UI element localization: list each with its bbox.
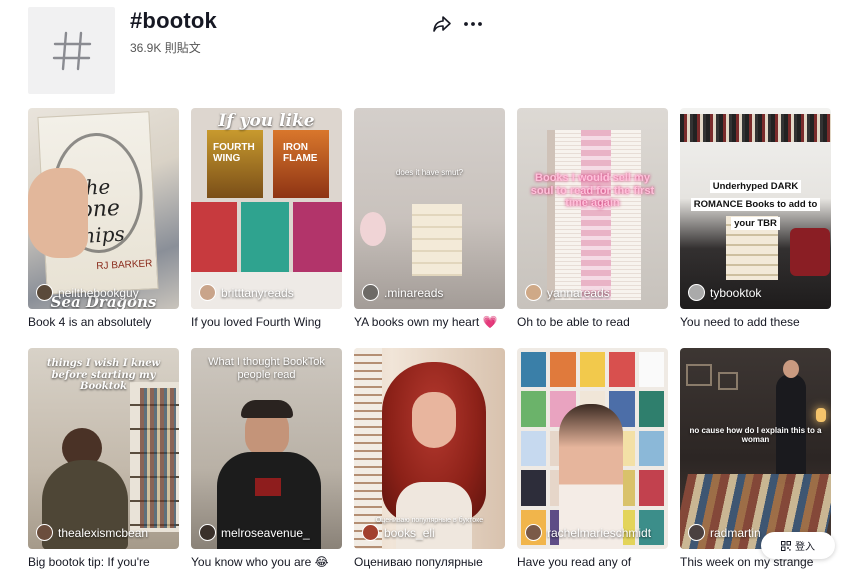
book-stack-graphic (412, 204, 462, 276)
share-arrow-icon (433, 16, 451, 32)
hashtag-header: #bootok 36.9K 則貼文 (0, 0, 866, 100)
video-thumbnail[interactable]: Underhyped DARK ROMANCE Books to add to … (680, 108, 831, 309)
avatar (688, 524, 705, 541)
book-edge-graphic (581, 130, 611, 300)
more-options-button[interactable] (462, 13, 484, 35)
book-title-graphic: FOURTH WING (213, 142, 255, 164)
overlay-text: Underhyped DARK ROMANCE Books to add to … (686, 176, 825, 231)
post-count: 36.9K 則貼文 (130, 41, 201, 55)
video-caption[interactable]: Book 4 is an absolutely (28, 315, 179, 331)
book-cover-graphic (207, 130, 263, 198)
overlay-text: does it have smut? (395, 168, 464, 177)
person-head-graphic (783, 360, 799, 378)
video-card[interactable]: does it have smut? .minareads YA books o… (354, 108, 505, 331)
overlay-text: things I wish I knew before starting my … (46, 358, 161, 392)
avatar (525, 284, 542, 301)
video-card[interactable]: Underhyped DARK ROMANCE Books to add to … (680, 108, 831, 331)
wall-frame-graphic (718, 372, 738, 390)
video-author[interactable]: radmartin (688, 524, 761, 541)
video-caption[interactable]: You know who you are 😂 (191, 555, 342, 571)
video-author[interactable]: rachelmarieschmidt (525, 524, 651, 541)
shirt-print-graphic (255, 478, 281, 496)
author-name: radmartin (710, 525, 761, 540)
video-card[interactable]: The Bone Ships RJ BARKER Sea Dragons nei… (28, 108, 179, 331)
overlay-text: no cause how do I explain this to a woma… (689, 426, 822, 445)
pillow-graphic (790, 228, 830, 276)
avatar (362, 524, 379, 541)
video-thumbnail[interactable]: FOURTH WING IRON FLAME If you like brittta… (191, 108, 342, 309)
book-cover-graphic (293, 202, 342, 272)
video-author[interactable]: .minareads (362, 284, 443, 301)
author-name: melroseavenue_ (221, 525, 310, 540)
author-name: tybooktok (710, 285, 762, 300)
video-card[interactable]: What I thought BookTok people read melro… (191, 348, 342, 571)
qr-code-icon (781, 540, 791, 551)
video-caption[interactable]: If you loved Fourth Wing (191, 315, 342, 331)
video-author[interactable]: neilthebookguy (36, 284, 139, 301)
author-name: neilthebookguy (58, 285, 139, 300)
book-cover-graphic (191, 202, 237, 272)
video-author[interactable]: yannareads (525, 284, 610, 301)
video-caption[interactable]: You need to add these (680, 315, 831, 331)
book-cover-graphic (273, 130, 329, 198)
person-face-graphic (412, 392, 456, 448)
hashtag-avatar (28, 7, 115, 94)
wall-frame-graphic (686, 364, 712, 386)
book-spines-graphic (140, 388, 176, 528)
author-name: britttanyreads (221, 285, 294, 300)
video-caption[interactable]: Оцениваю популярные (354, 555, 505, 571)
bookshelf-graphic (680, 114, 831, 142)
video-card[interactable]: FOURTH WING IRON FLAME If you like brittta… (191, 108, 342, 331)
video-author[interactable]: melroseavenue_ (199, 524, 310, 541)
overlay-text: Books I would sell my soul to read for t… (530, 172, 655, 210)
more-dots-icon (464, 22, 482, 26)
lamp-graphic (816, 408, 826, 422)
avatar (525, 524, 542, 541)
book-title-graphic: IRON FLAME (283, 142, 318, 164)
avatar (36, 284, 53, 301)
hashtag-icon (52, 31, 91, 70)
login-label: 登入 (795, 542, 815, 553)
video-author[interactable]: thealexismcbean (36, 524, 148, 541)
video-caption[interactable]: Have you read any of (517, 555, 668, 571)
video-card[interactable]: Оцениваю популярные в буктоке books_eli … (354, 348, 505, 571)
overlay-text: If you like (218, 111, 315, 131)
video-caption[interactable]: Big bootok tip: If you're (28, 555, 179, 571)
avatar (199, 524, 216, 541)
avatar (199, 284, 216, 301)
person-hair-graphic (241, 400, 293, 418)
video-thumbnail[interactable]: things I wish I knew before starting my … (28, 348, 179, 549)
hand-graphic (28, 168, 88, 258)
login-button[interactable]: 登入 (761, 532, 835, 559)
author-name: books_eli (384, 525, 435, 540)
video-thumbnail[interactable]: no cause how do I explain this to a woma… (680, 348, 831, 549)
author-name: yannareads (547, 285, 610, 300)
author-name: rachelmarieschmidt (547, 525, 652, 540)
video-thumbnail[interactable]: does it have smut? .minareads (354, 108, 505, 309)
overlay-text: What I thought BookTok people read (208, 356, 325, 381)
video-thumbnail[interactable]: rachelmarieschmidt (517, 348, 668, 549)
avatar (362, 284, 379, 301)
author-name: .minareads (384, 285, 444, 300)
plush-graphic (360, 212, 386, 246)
video-thumbnail[interactable]: What I thought BookTok people read melro… (191, 348, 342, 549)
video-thumbnail[interactable]: Оцениваю популярные в буктоке books_eli (354, 348, 505, 549)
video-caption[interactable]: Oh to be able to read (517, 315, 668, 331)
avatar (36, 524, 53, 541)
video-card[interactable]: things I wish I knew before starting my … (28, 348, 179, 571)
page-title: #bootok (130, 8, 217, 33)
author-name: thealexismcbean (58, 525, 149, 540)
video-card[interactable]: rachelmarieschmidt Have you read any of (517, 348, 668, 571)
video-card[interactable]: Books I would sell my soul to read for t… (517, 108, 668, 331)
video-thumbnail[interactable]: The Bone Ships RJ BARKER Sea Dragons nei… (28, 108, 179, 309)
avatar (688, 284, 705, 301)
video-author[interactable]: books_eli (362, 524, 435, 541)
book-cover-graphic (241, 202, 289, 272)
video-author[interactable]: tybooktok (688, 284, 761, 301)
video-caption[interactable]: YA books own my heart 💗 (354, 315, 505, 331)
video-thumbnail[interactable]: Books I would sell my soul to read for t… (517, 108, 668, 309)
share-button[interactable] (431, 13, 453, 35)
video-author[interactable]: britttanyreads (199, 284, 294, 301)
